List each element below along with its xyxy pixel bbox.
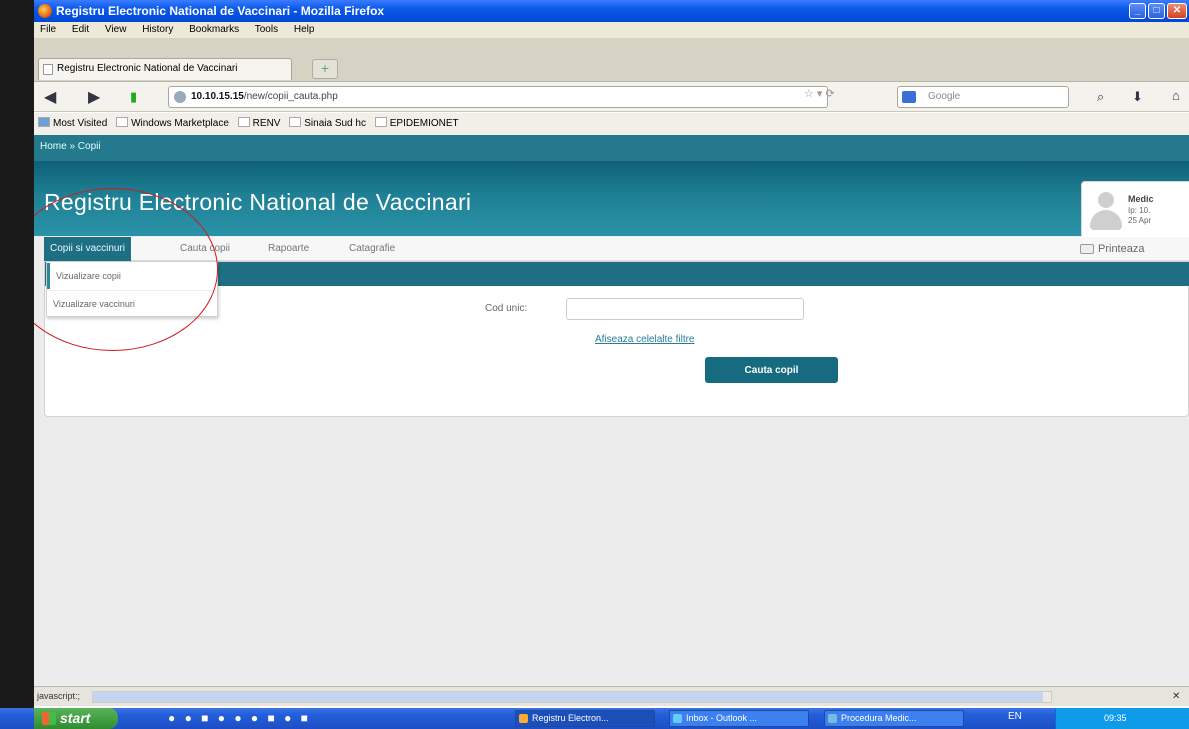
menu-file[interactable]: File — [40, 24, 56, 35]
avatar-body — [1090, 210, 1122, 230]
bookmark-most-visited[interactable]: Most Visited — [38, 113, 107, 135]
task-outlook[interactable]: Inbox - Outlook ... — [669, 710, 809, 727]
task-label: Procedura Medic... — [841, 713, 917, 723]
menu-tools[interactable]: Tools — [255, 24, 278, 35]
menu-view[interactable]: View — [105, 24, 127, 35]
quick-launch-icons[interactable]: ● ● ■ ● ● ● ■ ● ■ — [168, 711, 311, 725]
page-icon — [43, 64, 53, 75]
avatar — [1088, 190, 1122, 232]
taskbar: start ● ● ■ ● ● ● ■ ● ■ Registru Electro… — [0, 708, 1189, 729]
status-text: javascript:; — [37, 691, 81, 701]
site-header: Registru Electronic National de Vaccinar… — [34, 161, 1189, 241]
url-tools-icons[interactable]: ☆ ▾ ⟳ — [804, 87, 835, 100]
bookmark-label: EPIDEMIONET — [389, 118, 459, 129]
language-indicator[interactable]: EN — [1008, 711, 1022, 722]
menu-bar: File Edit View History Bookmarks Tools H… — [34, 22, 1189, 38]
bookmark-label: Sinaia Sud hc — [304, 118, 366, 129]
show-filters-link[interactable]: Afiseaza celelalte filtre — [595, 334, 695, 345]
url-host: 10.10.15.15 — [191, 91, 244, 102]
navigation-toolbar: ◀ ▶ ▮ 10.10.15.15/new/copii_cauta.php ☆ … — [34, 82, 1189, 112]
bookmark-icon — [38, 117, 50, 127]
back-arrow-icon[interactable]: ◀ — [44, 87, 56, 107]
window-titlebar: Registru Electronic National de Vaccinar… — [34, 0, 1189, 22]
bookmark-icon — [116, 117, 129, 127]
firefox-icon — [519, 714, 528, 723]
cod-unic-label: Cod unic: — [485, 303, 528, 314]
task-registru[interactable]: Registru Electron... — [515, 710, 655, 727]
tab-registru[interactable]: Registru Electronic National de Vaccinar… — [38, 58, 292, 80]
forward-arrow-icon[interactable]: ▶ — [88, 87, 100, 107]
screen-edge — [0, 0, 34, 729]
search-child-button[interactable]: Cauta copil — [705, 357, 838, 383]
bookmark-sinaia[interactable]: Sinaia Sud hc — [289, 113, 366, 135]
home-icon[interactable]: ⌂ — [1172, 88, 1180, 103]
avatar-head — [1098, 192, 1114, 208]
browser-window: Registru Electronic National de Vaccinar… — [34, 0, 1189, 708]
menu-help[interactable]: Help — [294, 24, 315, 35]
signal-icon: ▮ — [130, 89, 138, 104]
document-icon — [828, 714, 837, 723]
close-button[interactable]: ✕ — [1167, 3, 1187, 19]
user-box[interactable]: Medic Ip: 10. 25 Apr — [1081, 181, 1189, 241]
system-tray: 09:35 — [1055, 708, 1189, 729]
bookmark-icon — [289, 117, 302, 127]
download-icon[interactable]: ⬇ — [1132, 89, 1143, 105]
tab-strip: Registru Electronic National de Vaccinar… — [34, 38, 1189, 82]
bookmark-windows-marketplace[interactable]: Windows Marketplace — [116, 113, 229, 135]
site-identity-icon — [174, 91, 186, 103]
cod-unic-input[interactable] — [566, 298, 804, 320]
close-status-icon[interactable]: ✕ — [1172, 687, 1180, 706]
bookmark-icon — [374, 117, 387, 127]
search-box[interactable]: Google — [897, 86, 1069, 108]
horizontal-scrollbar[interactable] — [92, 691, 1052, 703]
print-label: Printeaza — [1098, 243, 1145, 255]
start-button[interactable]: start — [34, 708, 118, 729]
scrollbar-thumb[interactable] — [93, 692, 1043, 702]
firefox-icon — [38, 4, 52, 18]
bookmark-epidemionet[interactable]: EPIDEMIONET — [374, 113, 459, 135]
bookmark-label: Most Visited — [53, 118, 108, 129]
windows-flag-icon — [42, 712, 56, 725]
bookmark-renv[interactable]: RENV — [237, 113, 281, 135]
new-tab-button[interactable]: + — [312, 59, 338, 79]
task-label: Inbox - Outlook ... — [686, 713, 758, 723]
clock: 09:35 — [1104, 713, 1127, 723]
url-bar[interactable]: 10.10.15.15/new/copii_cauta.php — [168, 86, 828, 108]
print-button[interactable]: Printeaza — [1080, 237, 1144, 261]
start-label: start — [60, 710, 91, 726]
status-bar: javascript:; ✕ — [34, 686, 1189, 706]
user-name: Medic — [1128, 194, 1154, 204]
task-label: Registru Electron... — [532, 713, 609, 723]
bookmark-icon — [237, 117, 250, 127]
menu-edit[interactable]: Edit — [72, 24, 89, 35]
menu-history[interactable]: History — [142, 24, 173, 35]
tab-label: Registru Electronic National de Vaccinar… — [57, 63, 238, 74]
nav-rapoarte[interactable]: Rapoarte — [268, 237, 309, 261]
menu-bookmarks[interactable]: Bookmarks — [189, 24, 239, 35]
printer-icon — [1080, 244, 1094, 254]
window-title: Registru Electronic National de Vaccinar… — [56, 4, 385, 18]
user-date: 25 Apr — [1128, 216, 1152, 225]
url-path: /new/copii_cauta.php — [243, 91, 338, 102]
task-procedura[interactable]: Procedura Medic... — [824, 710, 964, 727]
web-page: Home » Copii Registru Electronic Nationa… — [34, 135, 1189, 690]
bookmark-label: RENV — [252, 118, 281, 129]
search-go-icon[interactable]: ⌕ — [1097, 89, 1104, 105]
screen: Registru Electronic National de Vaccinar… — [0, 0, 1189, 729]
breadcrumb[interactable]: Home » Copii — [34, 135, 1189, 161]
outlook-icon — [673, 714, 682, 723]
minimize-button[interactable]: _ — [1129, 3, 1146, 19]
maximize-button[interactable]: □ — [1148, 3, 1165, 19]
user-ip: Ip: 10. — [1128, 206, 1151, 215]
nav-catagrafie[interactable]: Catagrafie — [349, 237, 395, 261]
search-placeholder: Google — [928, 91, 961, 102]
bookmark-label: Windows Marketplace — [131, 118, 229, 129]
bookmarks-bar: Most Visited Windows Marketplace RENV Si… — [34, 113, 1189, 135]
google-icon — [902, 91, 916, 103]
